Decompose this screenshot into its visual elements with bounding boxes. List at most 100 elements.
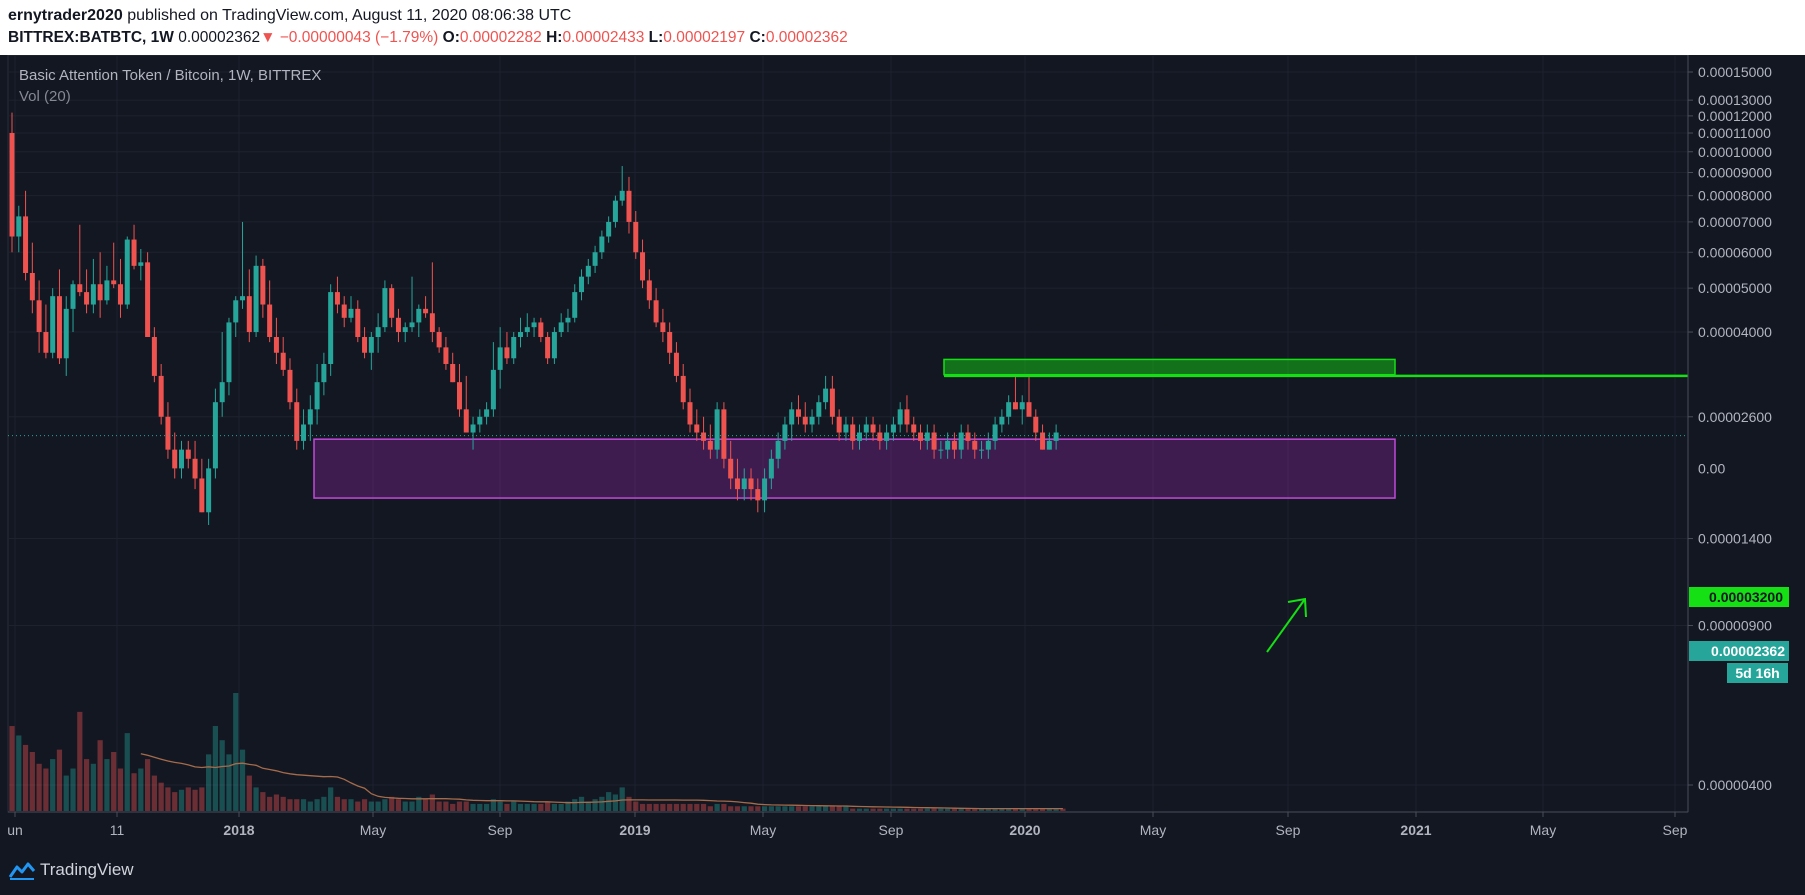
candle-body <box>667 332 673 353</box>
time-tick-label: May <box>750 822 776 838</box>
candle-body <box>402 327 408 333</box>
tradingview-logo-icon[interactable] <box>8 861 36 881</box>
price-chart[interactable]: 0.00015000 0.000130000.000120000.00011000… <box>0 55 1805 848</box>
candle-body <box>660 322 666 333</box>
volume-bar <box>90 763 96 811</box>
time-tick-label: May <box>1530 822 1556 838</box>
time-tick-label: un <box>7 822 23 838</box>
candle-body <box>911 424 917 433</box>
candle-body <box>463 409 469 433</box>
candle-body <box>341 304 347 318</box>
candle-body <box>979 449 985 451</box>
plot-area <box>7 55 1689 813</box>
price-axis[interactable]: 0.00015000 0.000130000.000120000.00011000… <box>1687 55 1772 812</box>
volume-bar <box>884 808 890 811</box>
candle-body <box>199 478 205 513</box>
volume-bar <box>734 806 741 811</box>
candle-body <box>857 432 862 441</box>
candle-body <box>246 296 252 333</box>
volume-bar <box>646 803 652 811</box>
price-tick-label: 0.00000900 <box>1698 617 1772 633</box>
candle-body <box>531 322 537 328</box>
volume-bar <box>802 806 808 811</box>
candle-body <box>151 337 157 376</box>
volume-bar <box>253 787 259 811</box>
volume-bar <box>768 806 774 811</box>
author-name[interactable]: ernytrader2020 <box>8 7 123 24</box>
volume-bar <box>714 803 720 811</box>
volume-bar <box>558 803 564 811</box>
candle-body <box>321 363 327 383</box>
volume-bar <box>226 754 232 811</box>
time-tick-label: 2018 <box>223 822 254 838</box>
volume-bar <box>477 803 483 811</box>
volume-bar <box>707 806 713 811</box>
volume-bar <box>843 806 849 811</box>
volume-bar <box>368 801 374 811</box>
publish-info: ernytrader2020 published on TradingView.… <box>8 7 571 25</box>
volume-bar <box>816 806 822 811</box>
bar-countdown-label: 5d 16h <box>1727 663 1788 683</box>
time-axis[interactable]: un 11 2018 May Sep 2019 May Sep 2020 May Sep 2021 Ma… <box>7 811 1688 838</box>
volume-bar <box>70 768 76 811</box>
candle-body <box>104 280 110 301</box>
candle-body <box>260 265 266 305</box>
candle-body <box>843 424 849 433</box>
volume-bar <box>551 803 557 811</box>
candle-body <box>972 440 978 450</box>
candle-body <box>416 308 422 323</box>
volume-bar <box>192 789 198 811</box>
volume-bar <box>504 803 510 811</box>
volume-bar <box>9 726 15 811</box>
volume-bar <box>63 775 69 811</box>
tradingview-brand[interactable]: TradingView <box>40 860 134 880</box>
high-value: 0.00002433 <box>562 29 645 46</box>
candle-body <box>768 458 774 479</box>
volume-bar <box>450 803 456 811</box>
candle-body <box>233 300 239 323</box>
volume-bar <box>945 808 951 811</box>
candle-body <box>9 133 15 237</box>
volume-bar <box>856 808 863 811</box>
time-tick-label: Sep <box>1276 822 1301 838</box>
candle-body <box>714 409 720 450</box>
volume-bar <box>775 806 781 811</box>
candle-body <box>877 432 883 441</box>
volume-bar <box>104 759 110 811</box>
candle-body <box>687 402 693 425</box>
price-tick-label: 0.00000400 <box>1698 777 1772 793</box>
candle-body <box>16 216 22 237</box>
volume-bar <box>355 801 361 811</box>
volume-bar <box>782 806 788 811</box>
time-tick-label: 11 <box>110 822 125 838</box>
price-tick-label: 0.00 <box>1698 460 1725 476</box>
support-zone-rectangle <box>313 438 1396 499</box>
candle-body <box>782 424 788 441</box>
candle-body <box>280 352 286 370</box>
price-tick-label: 0.00012000 <box>1698 108 1772 124</box>
volume-bar <box>917 808 924 811</box>
candle-body <box>741 478 747 490</box>
candle-body <box>90 284 96 305</box>
candle-body <box>273 337 279 353</box>
candle-body <box>63 308 69 359</box>
candle-body <box>294 402 300 441</box>
volume-bar <box>836 806 842 811</box>
volume-bar <box>273 794 280 811</box>
volume-bar <box>938 808 944 811</box>
volume-legend: Vol (20) <box>19 88 71 105</box>
candle-body <box>863 424 869 433</box>
candle-body <box>626 190 632 222</box>
candle-body <box>355 308 361 338</box>
candle-body <box>558 322 564 333</box>
candle-body <box>450 363 456 383</box>
volume-bar <box>124 733 130 811</box>
volume-bar <box>633 801 639 811</box>
candle-body <box>145 262 151 338</box>
candle-body <box>334 292 340 305</box>
volume-bar <box>877 808 883 811</box>
volume-bar <box>470 803 476 811</box>
candle-body <box>606 221 612 237</box>
price-tick-label: 0.00010000 <box>1698 144 1772 160</box>
volume-bar <box>280 796 286 811</box>
